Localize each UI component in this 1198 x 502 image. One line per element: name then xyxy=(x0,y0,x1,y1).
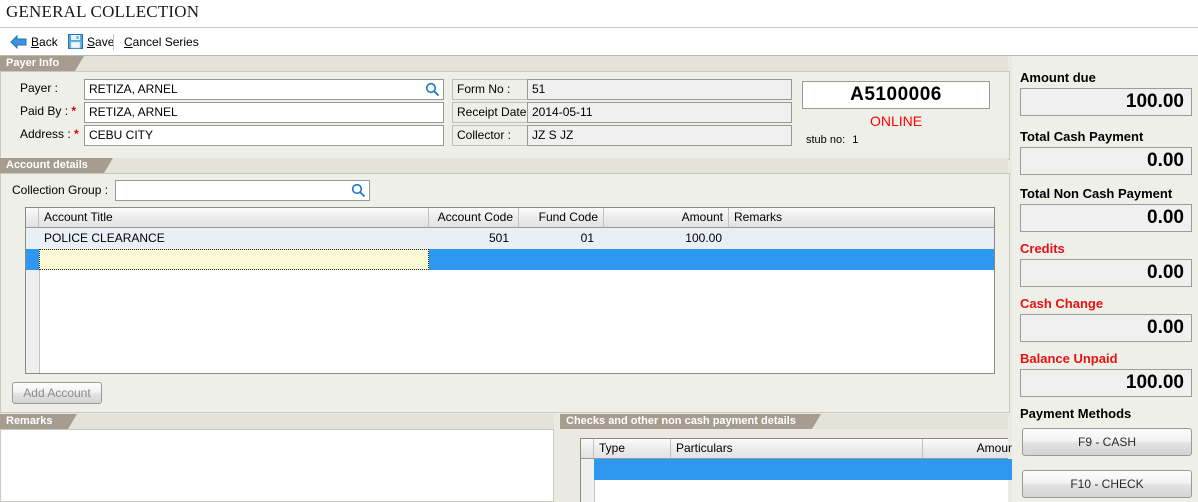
collector-label: Collector : xyxy=(452,125,527,146)
column-header-fund-code[interactable]: Fund Code xyxy=(519,208,604,227)
table-row-selected[interactable] xyxy=(26,249,994,270)
address-label: Address : * xyxy=(20,127,79,141)
form-no-input[interactable]: 51 xyxy=(527,79,792,100)
back-button[interactable]: Back xyxy=(10,32,58,51)
cash-payment-button[interactable]: F9 - CASH xyxy=(1022,428,1192,456)
column-header-remarks[interactable]: Remarks xyxy=(729,208,994,227)
remarks-header-bar xyxy=(0,414,554,429)
cell-fund-code: 01 xyxy=(580,231,594,245)
cash-change-label: Cash Change xyxy=(1020,296,1104,311)
cell-remarks xyxy=(729,228,994,249)
check-payment-button[interactable]: F10 - CHECK xyxy=(1022,470,1192,498)
cell-type xyxy=(594,459,671,480)
back-arrow-icon xyxy=(10,34,27,49)
receipt-number: A5100006 xyxy=(802,81,990,109)
receipt-date-input[interactable]: 2014-05-11 xyxy=(527,102,792,123)
column-header-amount[interactable]: Amount xyxy=(604,208,729,227)
remarks-panel-title: Remarks xyxy=(0,414,79,429)
cell-account-title: POLICE CLEARANCE xyxy=(44,231,165,245)
floppy-disk-icon xyxy=(68,34,83,49)
column-header-type[interactable]: Type xyxy=(594,439,671,458)
accounts-grid[interactable]: Account Title Account Code Fund Code Amo… xyxy=(25,207,995,374)
paid-by-input[interactable]: RETIZA, ARNEL xyxy=(84,102,444,123)
toolbar: Back Save Cancel Series xyxy=(0,28,1198,56)
account-details-header-bar xyxy=(0,158,1008,173)
column-header-account-code[interactable]: Account Code xyxy=(429,208,519,227)
account-details-panel: Account details Collection Group : Accou… xyxy=(0,158,1010,413)
receipt-date-label: Receipt Date : xyxy=(452,102,533,123)
paid-by-label: Paid By : * xyxy=(20,104,77,118)
total-cash-payment-label: Total Cash Payment xyxy=(1020,129,1144,144)
cell-fund-code xyxy=(514,249,599,270)
balance-unpaid-value: 100.00 xyxy=(1020,369,1192,397)
cell-amount xyxy=(599,249,727,270)
cell-particulars xyxy=(671,459,923,480)
grid-header-corner xyxy=(581,439,594,458)
application-window: GENERAL COLLECTION Back Save Cancel Seri… xyxy=(0,0,1198,502)
back-button-label: Back xyxy=(31,34,58,49)
amount-due-label: Amount due xyxy=(1020,70,1096,85)
payer-info-panel-title: Payer Info xyxy=(0,56,85,71)
payment-methods-label: Payment Methods xyxy=(1020,406,1132,421)
cancel-series-button[interactable]: Cancel Series xyxy=(124,32,199,51)
cell-account-title-editing[interactable] xyxy=(39,249,429,270)
address-input[interactable]: CEBU CITY xyxy=(84,125,444,146)
cell-remarks xyxy=(729,249,994,270)
search-icon[interactable] xyxy=(425,82,440,99)
column-header-amount[interactable]: Amount xyxy=(923,439,1023,458)
grid-header-corner xyxy=(26,208,39,227)
checks-panel: Checks and other non cash payment detail… xyxy=(560,414,1036,502)
total-non-cash-payment-value: 0.00 xyxy=(1020,204,1192,232)
search-icon[interactable] xyxy=(351,183,366,200)
payer-info-panel: Payer Info Payer : RETIZA, ARNEL Paid By… xyxy=(0,56,1010,160)
account-details-panel-title: Account details xyxy=(0,158,113,173)
cell-account-code: 501 xyxy=(488,231,509,245)
form-no-label: Form No : xyxy=(452,79,527,100)
save-button[interactable]: Save xyxy=(68,32,114,51)
payer-info-header-bar xyxy=(0,56,1008,71)
total-non-cash-payment-label: Total Non Cash Payment xyxy=(1020,186,1173,201)
payer-label: Payer : xyxy=(20,81,59,95)
table-row[interactable]: POLICE CLEARANCE 501 01 100.00 xyxy=(26,228,994,249)
checks-grid[interactable]: Type Particulars Amount xyxy=(580,438,1036,502)
checks-grid-header: Type Particulars Amount xyxy=(581,439,1018,459)
accounts-grid-header: Account Title Account Code Fund Code Amo… xyxy=(26,208,994,228)
total-cash-payment-value: 0.00 xyxy=(1020,147,1192,175)
payer-input[interactable]: RETIZA, ARNEL xyxy=(84,79,444,100)
collection-group-input[interactable] xyxy=(115,180,370,201)
toolbar-divider xyxy=(113,34,114,50)
cell-amount xyxy=(923,459,1023,480)
checks-panel-title: Checks and other non cash payment detail… xyxy=(560,414,821,429)
column-header-particulars[interactable]: Particulars xyxy=(671,439,923,458)
balance-unpaid-label: Balance Unpaid xyxy=(1020,351,1118,366)
cash-change-value: 0.00 xyxy=(1020,314,1192,342)
page-title: GENERAL COLLECTION xyxy=(6,2,200,21)
table-row-selected[interactable] xyxy=(594,459,1023,480)
save-button-label: Save xyxy=(87,34,115,49)
collection-group-label: Collection Group : xyxy=(12,183,109,197)
credits-label: Credits xyxy=(1020,241,1065,256)
online-status-badge: ONLINE xyxy=(869,113,923,129)
cell-amount: 100.00 xyxy=(685,231,722,245)
credits-value: 0.00 xyxy=(1020,259,1192,287)
title-bar: GENERAL COLLECTION xyxy=(0,0,1198,28)
amount-due-value: 100.00 xyxy=(1020,88,1192,116)
remarks-textarea[interactable] xyxy=(0,429,554,502)
collector-input[interactable]: JZ S JZ xyxy=(527,125,792,146)
stub-no: stub no: 1 xyxy=(806,134,859,146)
cell-account-code xyxy=(429,249,514,270)
column-header-account-title[interactable]: Account Title xyxy=(39,208,429,227)
cancel-series-label: Cancel Series xyxy=(124,34,199,49)
payment-summary-sidebar: Amount due 100.00 Total Cash Payment 0.0… xyxy=(1012,56,1198,502)
add-account-button[interactable]: Add Account xyxy=(12,382,102,404)
remarks-panel: Remarks xyxy=(0,414,554,502)
